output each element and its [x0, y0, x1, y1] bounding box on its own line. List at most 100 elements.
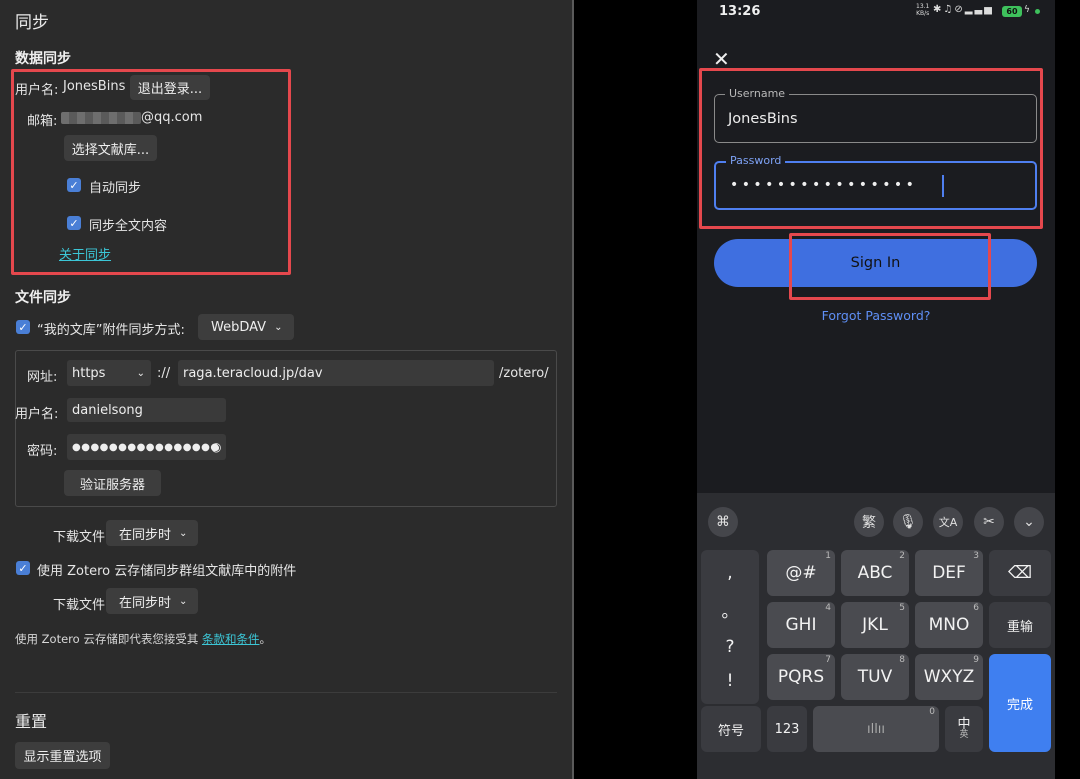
punct-comma[interactable]: ,	[727, 563, 732, 583]
highlight-box-credentials	[699, 68, 1043, 229]
punct-exclaim[interactable]: !	[727, 671, 734, 691]
key-label: ABC	[857, 563, 893, 583]
terms-link[interactable]: 条款和条件	[202, 632, 260, 646]
section-divider	[15, 692, 557, 693]
terms-prefix: 使用 Zotero 云存储即代表您接受其	[15, 632, 202, 646]
my-library-label: “我的文库”附件同步方式:	[37, 323, 185, 338]
chevron-down-icon: ⌄	[179, 527, 188, 539]
key-number: 4	[825, 603, 831, 613]
voice-wave-icon: ıllıı	[866, 721, 886, 737]
network-speed: 13.1 KB/s	[916, 3, 929, 17]
battery-icon: 60	[1002, 6, 1022, 17]
key-4[interactable]: GHI 4	[767, 602, 835, 648]
chevron-down-icon: ⌄	[179, 595, 188, 607]
highlight-box-data-sync	[11, 69, 291, 275]
key-8[interactable]: TUV 8	[841, 654, 909, 700]
charging-icon: ϟ	[1024, 5, 1030, 15]
show-reset-options-button[interactable]: 显示重置选项	[15, 742, 110, 769]
translate-icon[interactable]: 文A	[933, 507, 963, 537]
traditional-chinese-toggle[interactable]: 繁	[854, 507, 884, 537]
sync-method-value: WebDAV	[211, 319, 267, 335]
terms-notice: 使用 Zotero 云存储即代表您接受其 条款和条件。	[15, 631, 271, 647]
lang-secondary: 英	[959, 730, 969, 740]
key-number: 7	[825, 655, 831, 665]
download-files-dropdown-2[interactable]: 在同步时 ⌄	[106, 588, 198, 614]
verify-server-button[interactable]: 验证服务器	[64, 470, 161, 496]
scheme-separator: ://	[157, 366, 171, 381]
group-sync-checkbox[interactable]: ✓	[16, 561, 30, 575]
download-files-value: 在同步时	[119, 527, 172, 543]
download-files-dropdown[interactable]: 在同步时 ⌄	[106, 520, 198, 546]
key-number: 2	[899, 551, 905, 561]
symbols-key[interactable]: 符号	[701, 706, 761, 752]
ime-keyboard: ⌘ 繁 🎙︎ 文A ✂ ⌄ , 。 ? ! @# 1 ABC 2 DEF 3 GHI 4…	[697, 493, 1055, 779]
punct-period[interactable]: 。	[722, 597, 739, 622]
download-files-label-2: 下载文件	[53, 598, 106, 613]
protocol-value: https	[72, 365, 106, 381]
grid-icon[interactable]: ⌘	[708, 507, 738, 537]
download-files-label: 下载文件	[53, 530, 106, 545]
key-label: GHI	[785, 615, 817, 635]
key-9[interactable]: WXYZ 9	[915, 654, 983, 700]
chevron-down-icon: ⌄	[136, 367, 145, 379]
punctuation-column[interactable]: , 。 ? !	[701, 550, 759, 704]
status-time: 13:26	[719, 4, 761, 19]
language-toggle-key[interactable]: 中 英	[945, 706, 983, 752]
webdav-password-input[interactable]: ●●●●●●●●●●●●●●●● ◉	[67, 434, 226, 460]
status-icons: ✱♫⊘▂▃▅	[933, 4, 994, 15]
file-sync-heading: 文件同步	[15, 290, 71, 306]
data-sync-heading: 数据同步	[15, 51, 71, 67]
phone-screen: 13:26 13.1 KB/s ✱♫⊘▂▃▅ 60 ϟ ✕ Username J…	[697, 0, 1055, 779]
collapse-keyboard-icon[interactable]: ⌄	[1014, 507, 1044, 537]
page-title: 同步	[15, 13, 49, 33]
done-key[interactable]: 完成	[989, 654, 1051, 752]
key-2[interactable]: ABC 2	[841, 550, 909, 596]
network-speed-unit: KB/s	[916, 10, 930, 17]
bluetooth-icon: ✱	[933, 4, 944, 15]
punct-question[interactable]: ?	[725, 637, 734, 657]
url-label: 网址:	[27, 370, 58, 385]
chevron-down-icon: ⌄	[274, 321, 283, 333]
panel-divider	[572, 0, 574, 779]
eye-icon[interactable]: ◉	[211, 440, 222, 454]
number-key[interactable]: 123	[767, 706, 807, 752]
mute-icon: ⊘	[954, 4, 965, 15]
forgot-password-link[interactable]: Forgot Password?	[697, 308, 1055, 323]
server-host-input[interactable]: raga.teracloud.jp/dav	[178, 360, 494, 386]
key-label: @#	[785, 563, 817, 583]
key-number: 6	[973, 603, 979, 613]
my-library-checkbox[interactable]: ✓	[16, 320, 30, 334]
reset-heading: 重置	[15, 712, 48, 731]
key-label: MNO	[928, 615, 970, 635]
key-1[interactable]: @# 1	[767, 550, 835, 596]
backspace-icon[interactable]: ⌫	[989, 550, 1051, 596]
key-label: TUV	[857, 667, 893, 687]
privacy-dot-icon	[1035, 9, 1040, 14]
battery-level: 60	[1006, 7, 1018, 16]
signal-icon: ▂▃▅	[964, 4, 994, 15]
key-number: 3	[973, 551, 979, 561]
path-suffix: /zotero/	[499, 366, 549, 381]
microphone-icon[interactable]: 🎙︎	[893, 507, 923, 537]
key-7[interactable]: PQRS 7	[767, 654, 835, 700]
space-key[interactable]: ıllıı 0	[813, 706, 939, 752]
zotero-sync-settings: 同步 数据同步 用户名: JonesBins 退出登录... 邮箱: @qq.c…	[0, 0, 572, 779]
protocol-select[interactable]: https ⌄	[67, 360, 151, 386]
key-number: 9	[973, 655, 979, 665]
key-label: DEF	[932, 563, 966, 583]
password-label: 密码:	[27, 444, 58, 459]
key-6[interactable]: MNO 6	[915, 602, 983, 648]
webdav-username-input[interactable]: danielsong	[67, 398, 226, 422]
sync-method-dropdown[interactable]: WebDAV ⌄	[198, 314, 294, 340]
key-number: 8	[899, 655, 905, 665]
key-label: WXYZ	[923, 667, 975, 687]
scissors-icon[interactable]: ✂	[974, 507, 1004, 537]
key-5[interactable]: JKL 5	[841, 602, 909, 648]
reenter-key[interactable]: 重输	[989, 602, 1051, 648]
key-number: 0	[929, 707, 935, 717]
download-files-value-2: 在同步时	[119, 595, 172, 611]
key-number: 1	[825, 551, 831, 561]
webdav-username-label: 用户名:	[15, 407, 59, 422]
key-3[interactable]: DEF 3	[915, 550, 983, 596]
highlight-box-sign-in	[789, 233, 991, 300]
